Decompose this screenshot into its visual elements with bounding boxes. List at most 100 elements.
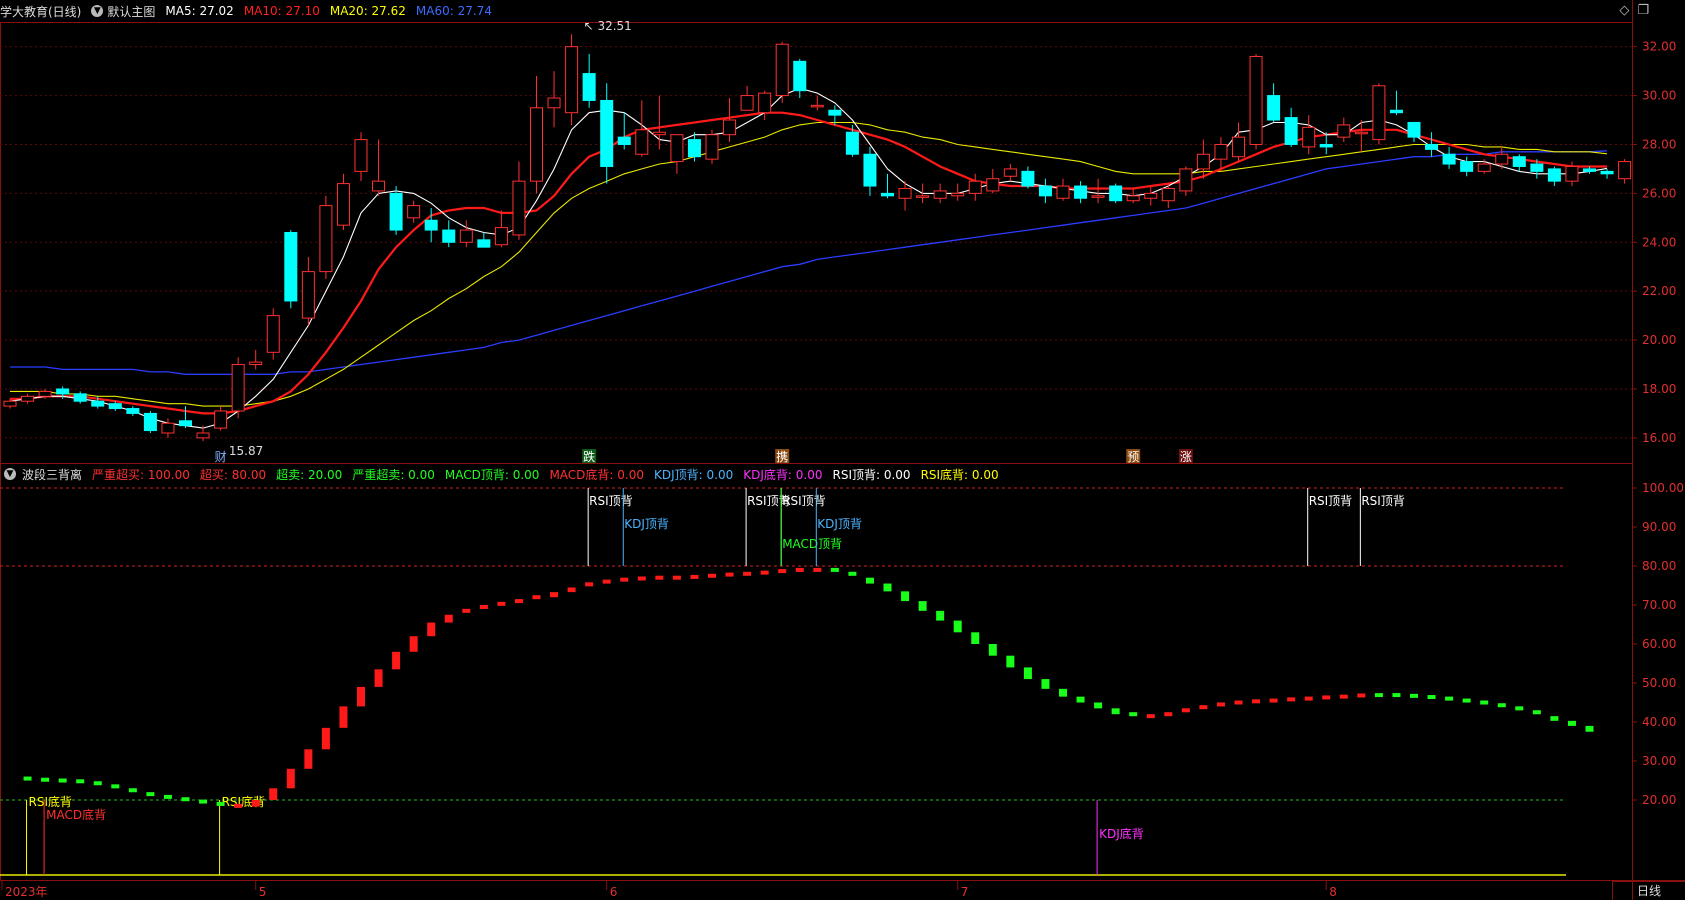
wave-bar [251, 800, 260, 807]
candle-body [740, 95, 754, 111]
candle-body [617, 136, 631, 145]
candle [284, 230, 298, 309]
indicator-tick-label: 20.00 [1642, 793, 1676, 807]
candle-body [845, 131, 859, 155]
signal-marker: MACD底背 [43, 800, 106, 875]
main-pane-border [0, 22, 1633, 464]
indicator-tick-label: 30.00 [1642, 754, 1676, 768]
param-overbought-severe: 严重超买: 100.00 [92, 467, 190, 482]
main-chart-selector[interactable]: 默认主图 [107, 3, 155, 20]
candle-body [1618, 161, 1632, 180]
candle-body [863, 153, 877, 187]
restore-icon[interactable]: ❐ [1637, 3, 1649, 18]
indicator-name[interactable]: 波段三背离 [22, 466, 82, 483]
candle-body [1074, 185, 1088, 199]
candle [372, 139, 386, 196]
chevron-down-icon[interactable]: ▼ [91, 5, 104, 17]
candle-body [986, 178, 1000, 192]
candle-body [530, 107, 543, 182]
candle [1618, 159, 1632, 184]
wave-bar [58, 778, 67, 783]
wave-bar [1339, 694, 1348, 699]
candle-body [916, 195, 930, 198]
wave-bar [1059, 688, 1067, 697]
event-marker-label: 涨 [1180, 449, 1192, 464]
price-axis: 32.00 30.00 28.00 26.00 24.00 22.00 20.00 18.00… [1632, 40, 1676, 445]
signal-label: MACD底背 [46, 807, 106, 822]
candle [1249, 54, 1263, 150]
wave-bar [1322, 695, 1331, 700]
candle-body [3, 400, 17, 407]
candle [336, 173, 350, 231]
wave-bar [848, 571, 857, 576]
candle-body [1547, 168, 1561, 182]
candle [1547, 166, 1561, 187]
candle-body [319, 205, 333, 273]
candle [1302, 115, 1316, 155]
wave-bar [1023, 667, 1032, 680]
wave-bar [760, 570, 769, 575]
signal-label: RSI顶背 [589, 494, 633, 508]
candle-body [249, 361, 263, 366]
stock-title[interactable]: 学大教育(日线) [0, 3, 81, 20]
candle-body [898, 187, 912, 199]
candle [547, 71, 561, 128]
wave-bar [1164, 712, 1173, 717]
candle [73, 391, 87, 404]
wave-bar [602, 579, 611, 584]
candle-body [1302, 126, 1316, 148]
candle [1460, 156, 1474, 177]
candle [530, 76, 543, 194]
wave-bar [672, 575, 681, 580]
candle [986, 168, 1000, 194]
indicator-tick-label: 70.00 [1642, 598, 1676, 612]
wave-bar [1129, 712, 1138, 717]
candle-body [21, 395, 35, 402]
candle-body [143, 412, 157, 432]
candle-body [881, 192, 894, 197]
candle [1179, 166, 1193, 196]
wave-bar [163, 794, 172, 799]
candle [600, 83, 614, 184]
candle [1126, 188, 1140, 204]
wave-bar [199, 799, 208, 804]
wave-indicator-series [23, 567, 1594, 808]
wave-bar [813, 567, 822, 572]
candle [1144, 186, 1158, 206]
candle-body [459, 229, 473, 243]
wave-bar [585, 582, 594, 587]
signal-marker: RSI底背 [26, 794, 72, 875]
param-kdj-top: KDJ顶背: 0.00 [654, 467, 734, 482]
candle [1038, 178, 1052, 204]
ma60-line [10, 150, 1608, 375]
price-tick-label: 16.00 [1642, 431, 1676, 445]
candle-body [565, 46, 579, 114]
candle-body [1109, 185, 1123, 202]
price-tick-label: 30.00 [1642, 89, 1676, 103]
event-marker: 财 [213, 449, 228, 464]
candle [1056, 178, 1070, 201]
period-button[interactable]: 日线 [1612, 881, 1685, 900]
wave-bar [567, 587, 576, 593]
signal-marker: RSI顶背 [1359, 488, 1405, 566]
chevron-down-icon[interactable]: ▼ [4, 468, 16, 480]
candle [1232, 122, 1245, 162]
candle [266, 308, 280, 360]
candle [1600, 168, 1614, 179]
param-oversold-severe: 严重超卖: 0.00 [352, 467, 435, 482]
wave-bar [690, 574, 699, 579]
candle [249, 349, 263, 370]
wave-bar [1199, 705, 1208, 710]
candle-body [196, 432, 210, 439]
wave-bar [1550, 716, 1559, 721]
ma10-value: MA10: 27.10 [243, 4, 320, 18]
wave-bar [725, 572, 734, 577]
candle-body [424, 219, 438, 231]
candle-body [1407, 121, 1421, 138]
candle [1337, 117, 1351, 143]
candle [442, 220, 456, 248]
wave-bar [1269, 698, 1278, 703]
event-markers: 财跌携预涨 [213, 449, 1193, 464]
signal-marker: RSI顶背 [1307, 488, 1352, 566]
diamond-icon[interactable]: ◇ [1619, 3, 1629, 18]
